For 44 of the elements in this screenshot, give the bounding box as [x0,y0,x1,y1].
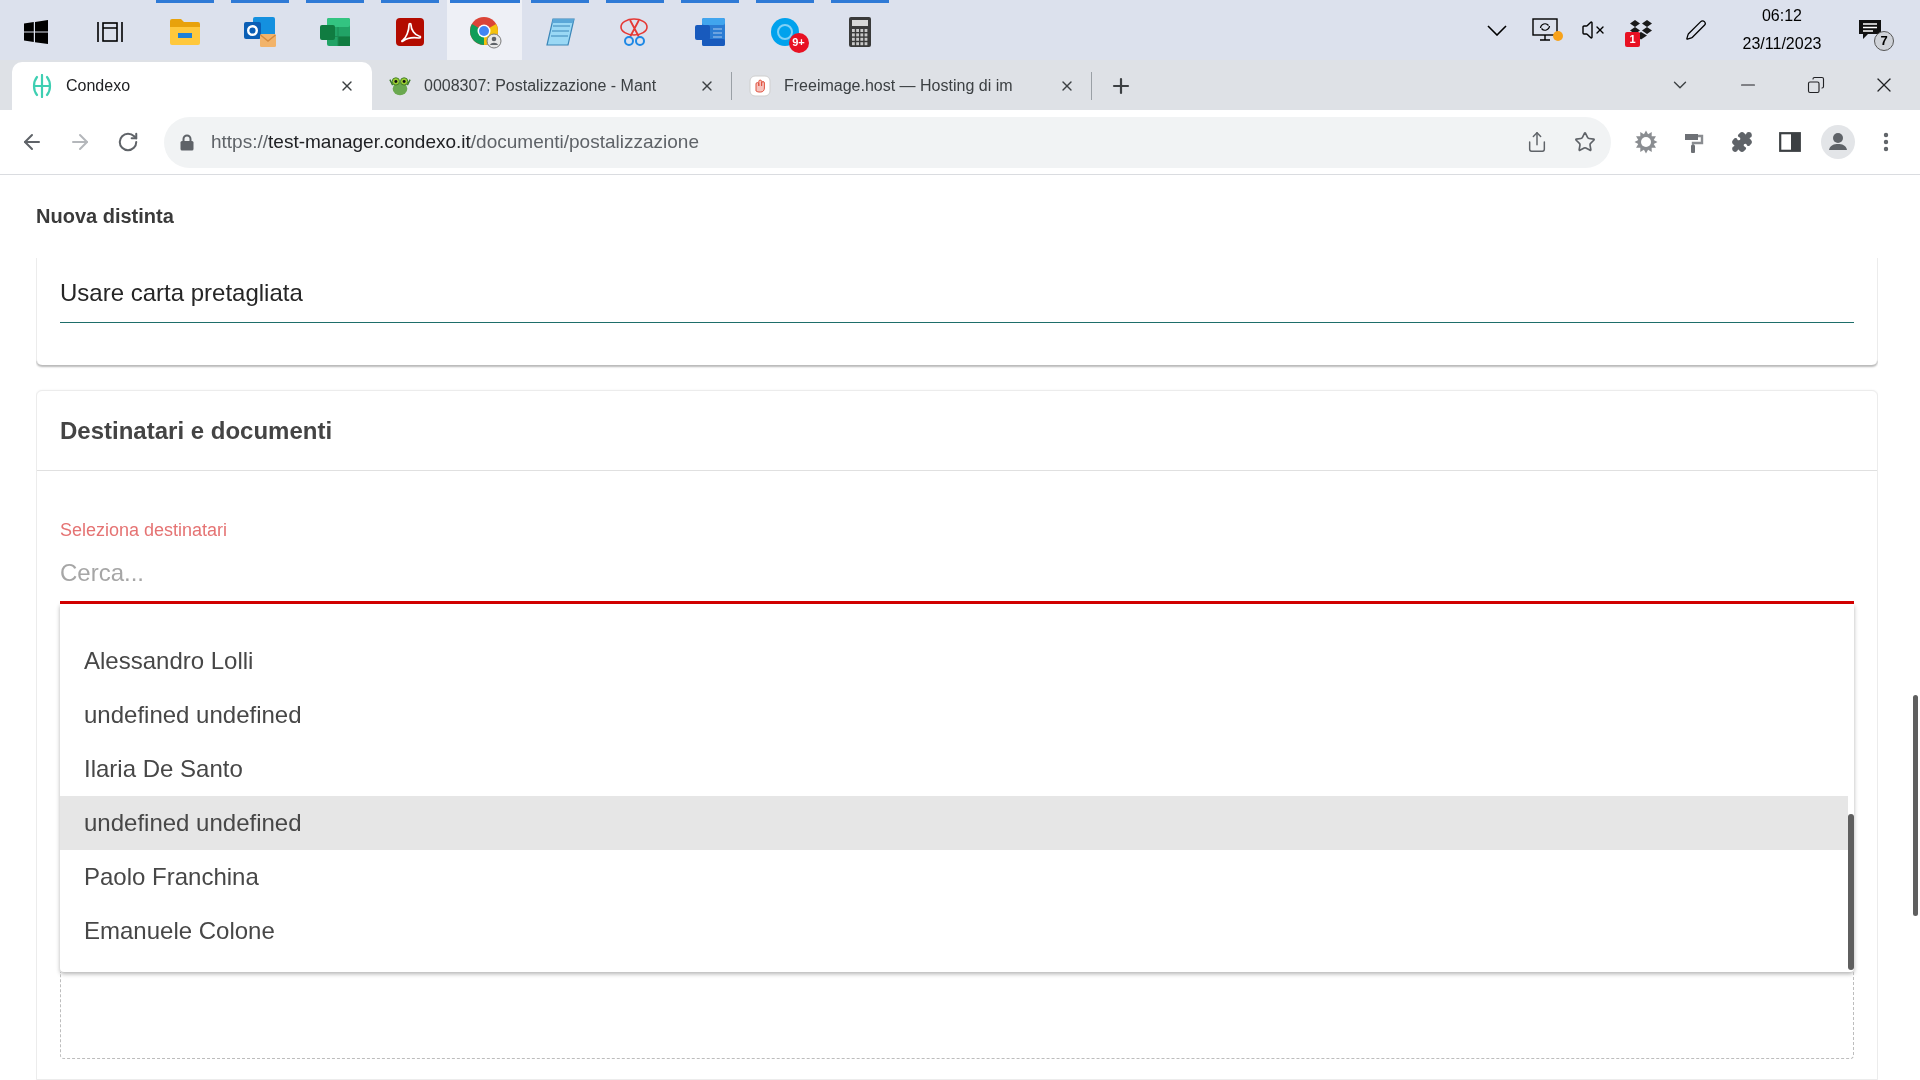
scissors-icon[interactable] [618,15,651,48]
diamonds-icon[interactable] [1629,19,1653,41]
starburst-icon[interactable] [1634,130,1658,154]
browser-app-icon[interactable] [467,14,502,49]
hand-icon[interactable] [749,75,771,97]
notification-badge: 1 [1625,32,1640,47]
card-title: Destinatari e documenti [60,415,333,446]
page-title: Nuova distinta [36,204,174,229]
lock-icon[interactable] [180,133,194,151]
avatar-icon[interactable] [1821,125,1855,159]
select-field[interactable]: Usare carta pretagliata [60,277,1854,323]
bookmark-star-icon[interactable] [1574,131,1596,153]
browser-tab[interactable]: Condexo [12,62,372,110]
calculator-icon[interactable] [847,15,872,48]
scrollbar-thumb[interactable] [1848,814,1854,970]
puzzle-icon[interactable] [1731,131,1753,153]
message-icon[interactable] [1858,19,1882,41]
muted-speaker-icon[interactable] [1581,18,1605,42]
restore-icon[interactable] [1807,76,1825,94]
url-text[interactable]: https://test-manager.condexo.it/documenti/postalizzazione [211,127,699,157]
notepad-icon[interactable] [543,16,576,47]
spreadsheet-icon[interactable] [318,16,351,47]
mail-app-icon[interactable] [242,15,277,48]
windows-logo-icon[interactable] [24,19,48,44]
chevron-down-icon[interactable] [1487,24,1507,36]
clock-date[interactable]: 23/11/2023 [1742,33,1822,55]
document-app-icon[interactable] [693,16,726,47]
field-label: Seleziona destinatari [60,519,228,542]
side-panel-icon[interactable] [1779,132,1801,152]
pdf-app-icon[interactable] [394,16,425,47]
pen-icon[interactable] [1685,19,1707,41]
address-bar[interactable]: https://test-manager.condexo.it/documenti/postalizzazione [164,116,1611,168]
frog-icon[interactable] [389,75,411,97]
browser-tab[interactable]: Freeimage.host — Hosting di im [732,62,1090,110]
monitor-icon[interactable] [1532,18,1558,42]
browser-tab[interactable]: 0008307: Postalizzazione - Mant [372,62,730,110]
dropdown-option[interactable]: undefined undefined [60,796,1848,850]
task-view-icon[interactable] [96,19,123,44]
scrollbar-thumb[interactable] [1913,695,1918,916]
share-icon[interactable] [1526,131,1548,153]
notification-count: 7 [1874,31,1894,51]
reload-icon[interactable] [117,131,139,153]
clock-time[interactable]: 06:12 [1761,5,1802,27]
folder-icon[interactable] [168,17,201,46]
